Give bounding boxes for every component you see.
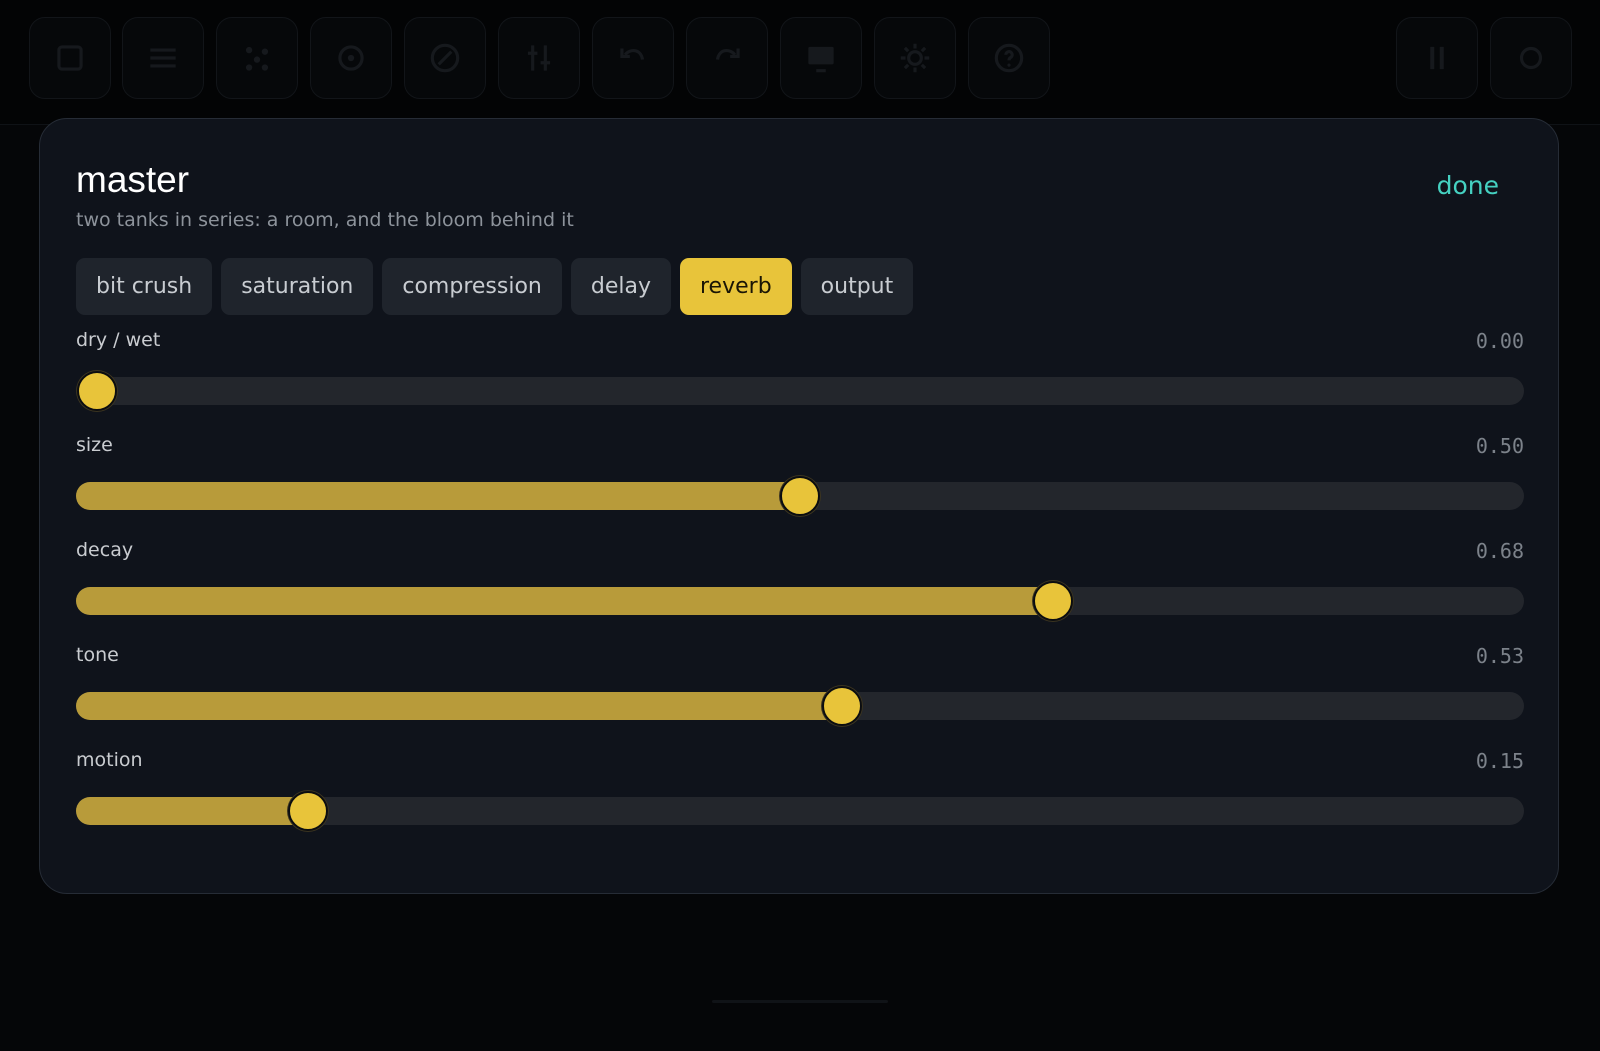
slider-thumb[interactable] (287, 791, 328, 831)
slider-value: 0.68 (1475, 539, 1524, 563)
modal-title: master (76, 159, 190, 200)
list-button[interactable] (122, 17, 204, 99)
record-button[interactable] (1490, 17, 1572, 99)
slider-thumb[interactable] (1033, 581, 1074, 621)
tab-delay[interactable]: delay (570, 258, 671, 315)
record-icon (1519, 46, 1543, 70)
mixer-icon (527, 45, 551, 71)
done-button[interactable]: done (1437, 171, 1499, 200)
undo-button[interactable] (592, 17, 674, 99)
cycle-button[interactable] (310, 17, 392, 99)
slider-track[interactable] (76, 587, 1524, 615)
tab-saturation[interactable]: saturation (221, 258, 374, 315)
slider-label: decay (76, 539, 134, 561)
redo-button[interactable] (686, 17, 768, 99)
tab-reverb[interactable]: reverb (680, 258, 792, 315)
slider-value: 0.50 (1475, 434, 1524, 458)
slider-value: 0.15 (1475, 749, 1524, 773)
mixer-button[interactable] (498, 17, 580, 99)
settings-button[interactable] (874, 17, 956, 99)
home-indicator (712, 1000, 888, 1003)
slider-label: motion (76, 749, 143, 771)
compass-button[interactable] (404, 17, 486, 99)
master-effects-modal: master two tanks in series: a room, and … (39, 118, 1559, 894)
stop-button[interactable] (29, 17, 111, 99)
modal-subtitle: two tanks in series: a room, and the blo… (76, 209, 574, 231)
gear-icon (900, 43, 930, 73)
slider-row-tone: tone 0.53 (76, 644, 1524, 744)
slider-fill (76, 797, 310, 825)
undo-icon (620, 48, 645, 60)
help-button[interactable] (968, 17, 1050, 99)
tab-output[interactable]: output (800, 258, 914, 315)
screen-button[interactable] (780, 17, 862, 99)
slider-row-decay: decay 0.68 (76, 539, 1524, 639)
slider-value: 0.00 (1475, 329, 1524, 353)
slider-label: dry / wet (76, 329, 161, 351)
tab-bit-crush[interactable]: bit crush (76, 258, 213, 315)
slider-thumb[interactable] (822, 686, 863, 726)
slider-row-dry-wet: dry / wet 0.00 (76, 329, 1524, 429)
pause-icon (1430, 46, 1444, 70)
slider-fill (76, 482, 802, 510)
sparkle-icon (245, 46, 269, 71)
effect-tabs: bit crush saturation compression delay r… (76, 258, 914, 315)
top-toolbar (0, 0, 1600, 125)
slider-track[interactable] (76, 692, 1524, 720)
slider-thumb[interactable] (780, 476, 820, 516)
sparkle-button[interactable] (216, 17, 298, 99)
slider-value: 0.53 (1475, 644, 1524, 668)
stop-icon (57, 45, 83, 71)
redo-icon (715, 48, 740, 60)
tab-compression[interactable]: compression (382, 258, 562, 315)
slider-label: tone (76, 644, 119, 666)
slider-row-motion: motion 0.15 (76, 749, 1524, 849)
compass-icon (430, 43, 460, 73)
help-icon (994, 43, 1024, 73)
slider-fill (76, 692, 845, 720)
list-icon (150, 48, 176, 68)
slider-row-size: size 0.50 (76, 434, 1524, 534)
slider-label: size (76, 434, 113, 456)
cycle-icon (338, 45, 364, 71)
slider-fill (76, 587, 1056, 615)
slider-track[interactable] (76, 377, 1524, 405)
slider-thumb[interactable] (77, 371, 117, 411)
screen-icon (808, 46, 834, 73)
pause-button[interactable] (1396, 17, 1478, 99)
